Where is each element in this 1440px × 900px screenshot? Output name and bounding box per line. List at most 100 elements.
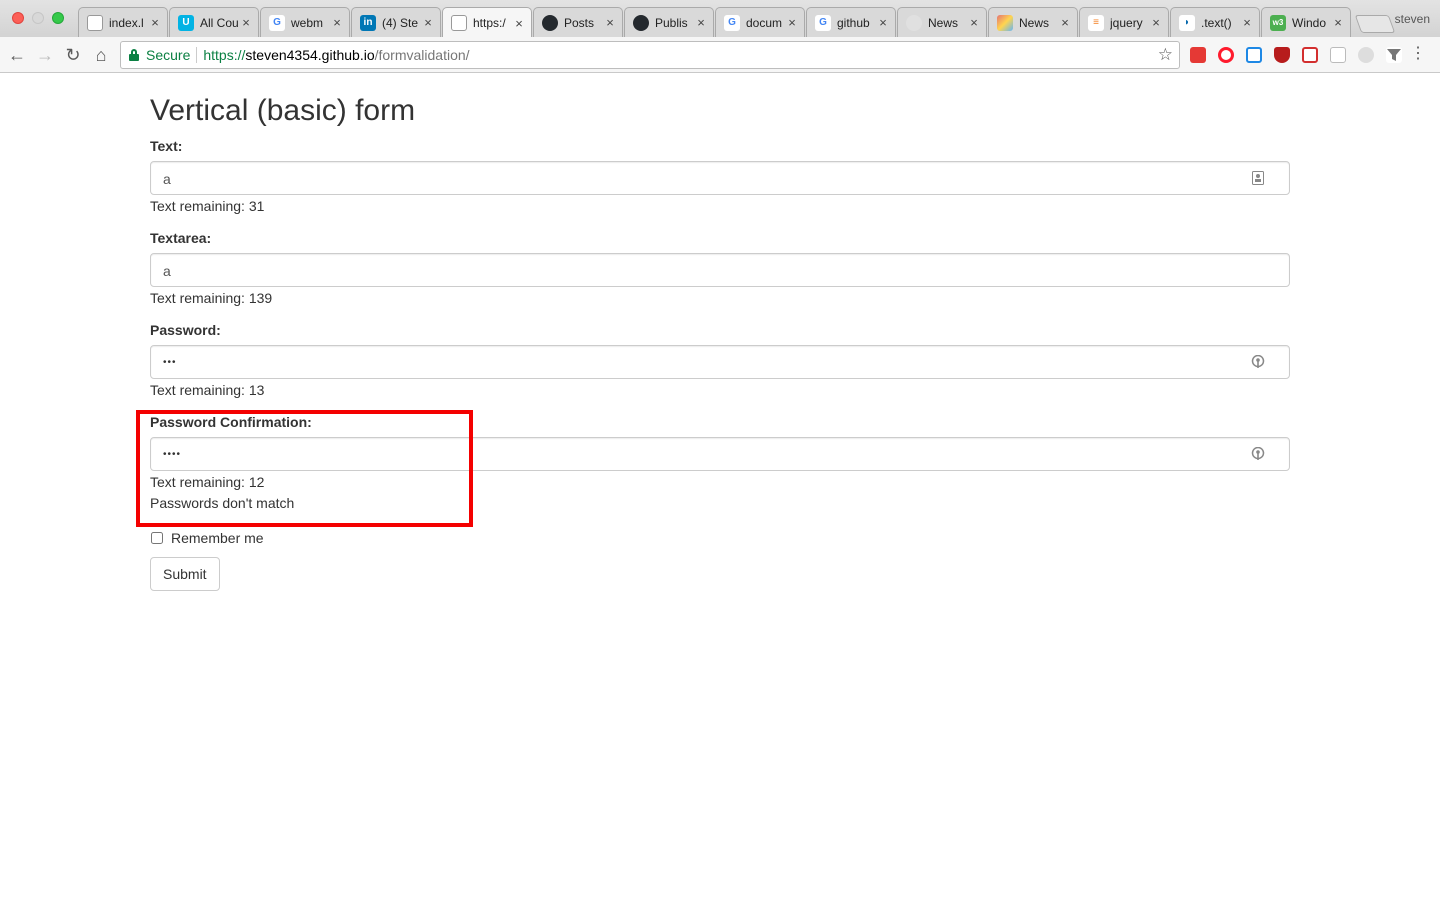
password-mismatch-error: Passwords don't match [150, 495, 295, 511]
text-input[interactable]: a [150, 161, 1290, 195]
key-icon[interactable] [1251, 355, 1265, 369]
browser-tab[interactable]: News × [988, 7, 1078, 37]
password-label: Password: [150, 322, 221, 338]
tab-title: News [1019, 15, 1050, 30]
screen-capture-icon[interactable] [1246, 47, 1262, 63]
textarea-label: Textarea: [150, 230, 212, 246]
browser-tab[interactable]: Publis × [624, 7, 714, 37]
close-tab-icon[interactable]: × [1150, 15, 1162, 30]
udacity-icon: U [178, 14, 194, 31]
close-tab-icon[interactable]: × [877, 15, 889, 30]
close-tab-icon[interactable]: × [240, 15, 252, 30]
close-tab-icon[interactable]: × [695, 15, 707, 30]
google-icon: G [269, 14, 285, 31]
textarea-value: a [163, 263, 171, 279]
reload-icon[interactable]: ↻ [61, 43, 85, 67]
browser-tab[interactable]: w3 Windo × [1261, 7, 1351, 37]
password-confirmation-remaining: Text remaining: 12 [150, 474, 265, 490]
person-icon [906, 14, 922, 31]
close-tab-icon[interactable]: × [149, 15, 161, 30]
zoom-window-button[interactable] [52, 12, 64, 24]
secure-label: Secure [146, 47, 191, 63]
tab-title: webm [291, 15, 324, 30]
browser-tab[interactable]: ◗ .text() × [1170, 7, 1260, 37]
remember-me-checkbox[interactable] [151, 532, 163, 544]
tab-title: News [928, 15, 959, 30]
close-tab-icon[interactable]: × [1241, 15, 1253, 30]
browser-tab[interactable]: G docum × [715, 7, 805, 37]
tab-strip: index.l × U All Cou × G webm × in (4) St… [78, 7, 1396, 38]
remember-me-label: Remember me [171, 530, 264, 546]
minimize-window-button[interactable] [32, 12, 44, 24]
filter-icon[interactable] [1386, 47, 1402, 63]
password-confirmation-group: Password Confirmation: •••• Text remaini… [150, 412, 1290, 513]
textarea-field-group: Textarea: a Text remaining: 139 [150, 228, 1290, 308]
textarea-input[interactable]: a [150, 253, 1290, 287]
tab-title: .text() [1201, 15, 1232, 30]
profile-name[interactable]: steven [1395, 12, 1430, 26]
address-bar[interactable]: Secure https://steven4354.github.io/form… [120, 41, 1180, 69]
google-icon: G [724, 14, 740, 31]
separator [196, 47, 198, 63]
textarea-remaining: Text remaining: 139 [150, 290, 273, 306]
close-window-button[interactable] [12, 12, 24, 24]
browser-tab[interactable]: Posts × [533, 7, 623, 37]
opera-icon[interactable] [1218, 47, 1234, 63]
page-icon [87, 14, 103, 31]
close-tab-icon[interactable]: × [1332, 15, 1344, 30]
google-icon: G [815, 14, 831, 31]
linkedin-icon: in [360, 14, 376, 31]
jquery-icon: ◗ [1179, 14, 1195, 31]
close-tab-icon[interactable]: × [331, 15, 343, 30]
key-icon[interactable] [1251, 447, 1265, 461]
tab-title: Posts [564, 15, 595, 30]
close-tab-icon[interactable]: × [422, 15, 434, 30]
chrome-menu-icon[interactable]: ⋮ [1410, 46, 1426, 62]
mail-icon[interactable] [1330, 47, 1346, 63]
password-confirmation-value: •••• [163, 449, 182, 460]
browser-tab[interactable]: U All Cou × [169, 7, 259, 37]
password-remaining: Text remaining: 13 [150, 382, 265, 398]
bookmark-star-icon[interactable]: ☆ [1158, 45, 1173, 65]
browser-tab[interactable]: in (4) Ste × [351, 7, 441, 37]
close-tab-icon[interactable]: × [786, 15, 798, 30]
browser-tab[interactable]: News × [897, 7, 987, 37]
extension-icon[interactable] [1358, 47, 1374, 63]
password-confirmation-input[interactable]: •••• [150, 437, 1290, 471]
forward-arrow-icon[interactable]: → [33, 43, 57, 67]
tab-title: (4) Ste [382, 15, 419, 30]
tab-title: index.l [109, 15, 144, 30]
back-arrow-icon[interactable]: ← [5, 43, 29, 67]
close-tab-icon[interactable]: × [1059, 15, 1071, 30]
close-tab-icon[interactable]: × [968, 15, 980, 30]
browser-titlebar: index.l × U All Cou × G webm × in (4) St… [0, 0, 1440, 38]
new-tab-button[interactable] [1354, 15, 1396, 33]
url-scheme: https:// [203, 47, 246, 63]
close-tab-icon[interactable]: × [604, 15, 616, 30]
browser-tab[interactable]: G webm × [260, 7, 350, 37]
tab-title: Windo [1292, 15, 1327, 30]
browser-tab-active[interactable]: https:/ × [442, 7, 532, 38]
url-path: /formvalidation/ [374, 47, 470, 63]
page-icon [451, 15, 467, 31]
home-icon[interactable]: ⌂ [89, 43, 113, 67]
submit-button[interactable]: Submit [150, 557, 220, 591]
password-field-group: Password: ••• Text remaining: 13 [150, 320, 1290, 400]
url-host: steven4354.github.io [245, 47, 375, 63]
gmail-icon[interactable] [1302, 47, 1318, 63]
browser-tab[interactable]: index.l × [78, 7, 168, 37]
password-value: ••• [163, 357, 177, 368]
browser-tab[interactable]: ≡ jquery × [1079, 7, 1169, 37]
news-icon [997, 14, 1013, 31]
browser-tab[interactable]: G github × [806, 7, 896, 37]
password-input[interactable]: ••• [150, 345, 1290, 379]
ublock-icon[interactable] [1274, 47, 1290, 63]
contact-card-icon[interactable] [1251, 171, 1265, 185]
tab-title: jquery [1110, 15, 1143, 30]
lastpass-icon[interactable] [1190, 47, 1206, 63]
tab-title: docum [746, 15, 783, 30]
close-tab-icon[interactable]: × [513, 16, 525, 31]
password-confirmation-label: Password Confirmation: [150, 414, 312, 430]
page-title: Vertical (basic) form [150, 94, 416, 127]
tab-title: All Cou [200, 15, 239, 30]
